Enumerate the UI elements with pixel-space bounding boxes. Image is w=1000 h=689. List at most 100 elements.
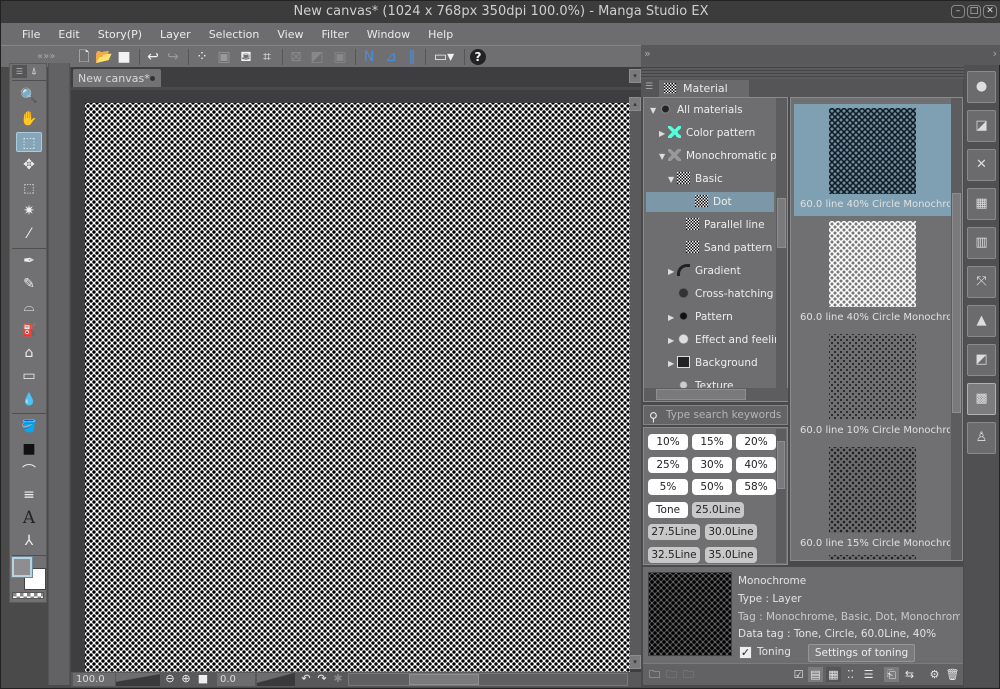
zoom-field[interactable]: 100.0	[73, 673, 115, 686]
fit-icon[interactable]: ■	[196, 672, 210, 686]
menu-story[interactable]: Story(P)	[89, 28, 151, 41]
trash-icon[interactable]: 🗑	[945, 667, 960, 682]
canvas-paper[interactable]	[85, 103, 630, 673]
transparent-color-swatch[interactable]	[12, 592, 44, 599]
scroll-down-button[interactable]: ▾	[629, 655, 641, 669]
folder-mountain-icon[interactable]: ▲	[967, 305, 996, 337]
tag-button[interactable]: 5%	[648, 479, 688, 495]
folder-figure-icon[interactable]: ♙	[967, 422, 996, 454]
replace-icon[interactable]: ⇆	[902, 667, 917, 682]
tree-node[interactable]: ▼ All materials	[650, 100, 743, 120]
airbrush-tool[interactable]: ⛽	[16, 320, 42, 340]
tree-node[interactable]: Cross-hatching	[668, 284, 773, 304]
tab-dropdown-button[interactable]: ▾	[629, 69, 641, 83]
move-tool[interactable]: ✥	[16, 155, 42, 175]
save-icon[interactable]: ■	[115, 48, 133, 66]
folder-arrows-icon[interactable]: ⤧	[967, 266, 996, 298]
folder-x-icon[interactable]: ✕	[967, 149, 996, 181]
crop-icon[interactable]: ⌗	[258, 48, 276, 66]
material-item[interactable]: 60.0 line 15% Circle Monochrome	[794, 443, 951, 555]
paste-icon[interactable]: ⎗	[884, 667, 899, 682]
menu-filter[interactable]: Filter	[313, 28, 358, 41]
figure-tool[interactable]: ⌒	[16, 462, 42, 482]
panel-menu-icon[interactable]: ☰	[645, 82, 653, 92]
tag-button[interactable]: 32.5Line	[648, 546, 700, 563]
menu-help[interactable]: Help	[419, 28, 462, 41]
tree-node[interactable]: ▶ Effect and feeling	[668, 330, 787, 350]
text-tool[interactable]: A	[16, 508, 42, 528]
toolbox-menu-icon[interactable]: ☰	[12, 65, 27, 78]
folder-grid-icon[interactable]: ▥	[967, 227, 996, 259]
help-icon[interactable]: ?	[470, 49, 486, 65]
tag-button[interactable]: 20%	[736, 434, 776, 450]
chevron-right-icon[interactable]: ›	[993, 47, 997, 60]
horizontal-scroll-thumb[interactable]	[409, 674, 479, 685]
tag-button[interactable]: 25%	[648, 456, 688, 473]
ruler-b-icon[interactable]: ⊿	[382, 48, 400, 66]
tree-node[interactable]: ▶ Gradient	[668, 261, 741, 281]
tag-button[interactable]: 10%	[648, 434, 688, 450]
disabled-a-icon[interactable]: ⊠	[287, 48, 305, 66]
pencil-tool[interactable]: ✎	[16, 274, 42, 294]
menu-selection[interactable]: Selection	[200, 28, 269, 41]
settings-of-toning-button[interactable]: Settings of toning ...	[808, 644, 915, 675]
new-folder-icon[interactable]: 🗀	[647, 667, 662, 682]
brush-tool[interactable]: ⌓	[16, 297, 42, 317]
zoom-out-icon[interactable]: ⊖	[163, 672, 177, 686]
tree-node[interactable]: ▼ Monochromatic patte	[659, 146, 787, 167]
folder-image-icon[interactable]: ◪	[967, 110, 996, 142]
minimize-button[interactable]: –	[951, 5, 965, 18]
dots-icon[interactable]: ⁘	[193, 48, 211, 66]
collapsed-arrow-icon[interactable]: ▶	[668, 331, 677, 351]
blend-tool[interactable]: 💧	[16, 389, 42, 409]
small-thumbnail-icon[interactable]: ⁚⁚	[843, 667, 858, 682]
gradient-tool[interactable]: ■	[16, 439, 42, 459]
angle-field[interactable]: 0.0	[217, 673, 255, 686]
fill-tool[interactable]: 🪣	[16, 416, 42, 436]
decoration-tool[interactable]: ⌂	[16, 343, 42, 363]
screen-icon[interactable]: ▭▾	[430, 48, 458, 66]
tag-button[interactable]: 50%	[692, 479, 732, 495]
horizontal-scrollbar[interactable]	[348, 673, 628, 686]
zoom-tool[interactable]: 🔍	[16, 86, 42, 106]
material-tab[interactable]: Material [Dot]	[659, 80, 749, 112]
collapsed-arrow-icon[interactable]: ▶	[668, 262, 677, 282]
hand-tool[interactable]: ✋	[16, 109, 42, 129]
eraser-tool[interactable]: ▭	[16, 366, 42, 386]
maximize-button[interactable]: □	[967, 5, 981, 18]
menu-file[interactable]: File	[13, 28, 49, 41]
tree-node[interactable]: Dot	[646, 192, 774, 212]
delete-folder-icon[interactable]: 🗀	[681, 667, 696, 682]
disabled-c-icon[interactable]: ▣	[331, 48, 349, 66]
tag-button[interactable]: 58%	[736, 479, 776, 495]
large-thumbnail-icon[interactable]: ▦	[826, 667, 841, 682]
document-tab[interactable]: New canvas*	[73, 69, 161, 88]
settings-icon[interactable]: ⚙	[927, 667, 942, 682]
pin-icon[interactable]: ⍋	[31, 65, 43, 78]
folder-circle-icon[interactable]: ●	[967, 71, 996, 103]
tree-node[interactable]: ▶ Color pattern	[659, 123, 755, 143]
material-item[interactable]: 60.0 line 40% Circle Monochrome	[794, 217, 951, 329]
disabled-b-icon[interactable]: ◩	[308, 48, 326, 66]
collapsed-arrow-icon[interactable]: ▶	[668, 354, 677, 374]
tag-button[interactable]: Tone	[648, 501, 688, 518]
zoom-slider[interactable]	[116, 673, 160, 686]
expand-icon[interactable]: »	[644, 47, 651, 60]
folder-checker-icon[interactable]: ▩	[967, 383, 996, 415]
material-list-scrollbar[interactable]	[951, 98, 962, 560]
tag-button[interactable]: 15%	[692, 434, 732, 450]
checkbox-view-icon[interactable]: ☑	[791, 667, 806, 682]
collapsed-arrow-icon[interactable]: ▶	[668, 308, 677, 328]
tree-horizontal-scrollbar[interactable]	[644, 388, 788, 401]
detail-view-icon[interactable]: ▤	[808, 667, 823, 682]
folder-pen-icon[interactable]: ◩	[967, 344, 996, 376]
tag-button[interactable]: 30%	[692, 456, 732, 473]
tag-scrollbar[interactable]	[776, 429, 786, 563]
menu-window[interactable]: Window	[358, 28, 419, 41]
expanded-arrow-icon[interactable]: ▼	[659, 147, 668, 167]
zoom-in-icon[interactable]: ⊕	[179, 672, 193, 686]
redo-icon[interactable]: ↪	[164, 48, 182, 66]
menu-view[interactable]: View	[268, 28, 312, 41]
marquee-tool[interactable]: ⬚	[16, 178, 42, 198]
expanded-arrow-icon[interactable]: ▼	[668, 170, 677, 190]
